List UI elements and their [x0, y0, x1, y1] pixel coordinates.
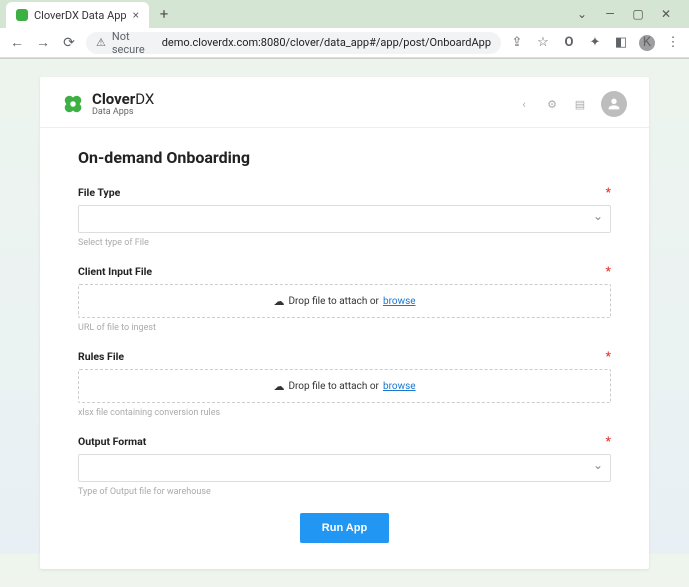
rules-file-drop-text: Drop file to attach or: [288, 381, 379, 392]
output-format-select[interactable]: [78, 454, 611, 482]
app-header: CloverDX Data Apps ‹ ⚙ ▤: [40, 77, 649, 128]
run-app-button[interactable]: Run App: [300, 513, 389, 543]
bookmark-icon[interactable]: ☆: [535, 35, 551, 51]
client-input-helper: URL of file to ingest: [78, 323, 611, 333]
address-bar[interactable]: ⚠ Not secure demo.cloverdx.com:8080/clov…: [86, 32, 501, 54]
required-mark: *: [606, 185, 611, 199]
window-controls: ⌄ — ▢ ✕: [575, 7, 683, 21]
back-chevron-icon[interactable]: ‹: [517, 97, 531, 111]
settings-gear-icon[interactable]: ⚙: [545, 97, 559, 111]
client-input-drop-text: Drop file to attach or: [288, 296, 379, 307]
reload-icon[interactable]: ⟳: [60, 34, 78, 52]
rules-file-helper: xlsx file containing conversion rules: [78, 408, 611, 418]
field-file-type: File Type * Select type of File: [78, 185, 611, 248]
file-type-select-wrap: [78, 205, 611, 233]
rules-file-label: Rules File: [78, 350, 124, 363]
app-card: CloverDX Data Apps ‹ ⚙ ▤ On-demand Onboa…: [40, 77, 649, 569]
extensions-icon[interactable]: ✦: [587, 35, 603, 51]
not-secure-icon: ⚠: [96, 36, 106, 49]
output-format-label: Output Format: [78, 435, 146, 448]
window-close-icon[interactable]: ✕: [659, 7, 673, 21]
field-client-input: Client Input File * ☁ Drop file to attac…: [78, 264, 611, 333]
field-rules-file: Rules File * ☁ Drop file to attach or br…: [78, 349, 611, 418]
file-type-label: File Type: [78, 186, 120, 199]
minimize-icon[interactable]: —: [603, 7, 617, 21]
logo-text: CloverDX Data Apps: [92, 92, 154, 117]
rules-file-dropzone[interactable]: ☁ Drop file to attach or browse: [78, 369, 611, 403]
file-type-select[interactable]: [78, 205, 611, 233]
browser-tab[interactable]: CloverDX Data App ×: [6, 2, 149, 28]
field-output-format: Output Format * Type of Output file for …: [78, 434, 611, 497]
required-mark: *: [606, 349, 611, 363]
tab-bar: CloverDX Data App × + ⌄ — ▢ ✕: [0, 0, 689, 28]
app-logo: CloverDX Data Apps: [62, 92, 154, 117]
tab-title: CloverDX Data App: [34, 9, 127, 22]
profile-avatar-icon[interactable]: K: [639, 35, 655, 51]
security-label: Not secure: [112, 30, 156, 56]
url-text: demo.cloverdx.com:8080/clover/data_app#/…: [162, 36, 491, 49]
client-input-browse-link[interactable]: browse: [383, 296, 416, 307]
upload-cloud-icon: ☁: [273, 380, 284, 393]
client-input-label: Client Input File: [78, 265, 152, 278]
new-tab-button[interactable]: +: [153, 3, 175, 25]
brand-subtitle: Data Apps: [92, 108, 154, 117]
required-mark: *: [606, 434, 611, 448]
page-title: On-demand Onboarding: [78, 148, 611, 167]
extension-o-icon[interactable]: O: [561, 35, 577, 51]
toolbar-icons: ⇪ ☆ O ✦ ◧ K ⋮: [509, 35, 681, 51]
share-icon[interactable]: ⇪: [509, 35, 525, 51]
browser-toolbar: ← → ⟳ ⚠ Not secure demo.cloverdx.com:808…: [0, 28, 689, 58]
expand-down-icon[interactable]: ⌄: [575, 7, 589, 21]
browser-chrome: CloverDX Data App × + ⌄ — ▢ ✕ ← → ⟳ ⚠ No…: [0, 0, 689, 59]
required-mark: *: [606, 264, 611, 278]
client-input-dropzone[interactable]: ☁ Drop file to attach or browse: [78, 284, 611, 318]
favicon-icon: [16, 9, 28, 21]
menu-icon[interactable]: ⋮: [665, 35, 681, 51]
clover-logo-icon: [62, 93, 84, 115]
back-icon[interactable]: ←: [8, 34, 26, 52]
file-type-helper: Select type of File: [78, 238, 611, 248]
tab-close-icon[interactable]: ×: [133, 8, 139, 22]
user-avatar-icon[interactable]: [601, 91, 627, 117]
forward-icon[interactable]: →: [34, 34, 52, 52]
delete-icon[interactable]: ▤: [573, 97, 587, 111]
side-panel-icon[interactable]: ◧: [613, 35, 629, 51]
form-area: On-demand Onboarding File Type * Select …: [40, 128, 649, 569]
header-actions: ‹ ⚙ ▤: [517, 91, 627, 117]
brand-suffix: DX: [135, 90, 154, 108]
output-format-helper: Type of Output file for warehouse: [78, 487, 611, 497]
rules-file-browse-link[interactable]: browse: [383, 381, 416, 392]
maximize-icon[interactable]: ▢: [631, 7, 645, 21]
page-content: CloverDX Data Apps ‹ ⚙ ▤ On-demand Onboa…: [0, 59, 689, 587]
brand-main: Clover: [92, 90, 135, 108]
upload-cloud-icon: ☁: [273, 295, 284, 308]
output-format-select-wrap: [78, 454, 611, 482]
